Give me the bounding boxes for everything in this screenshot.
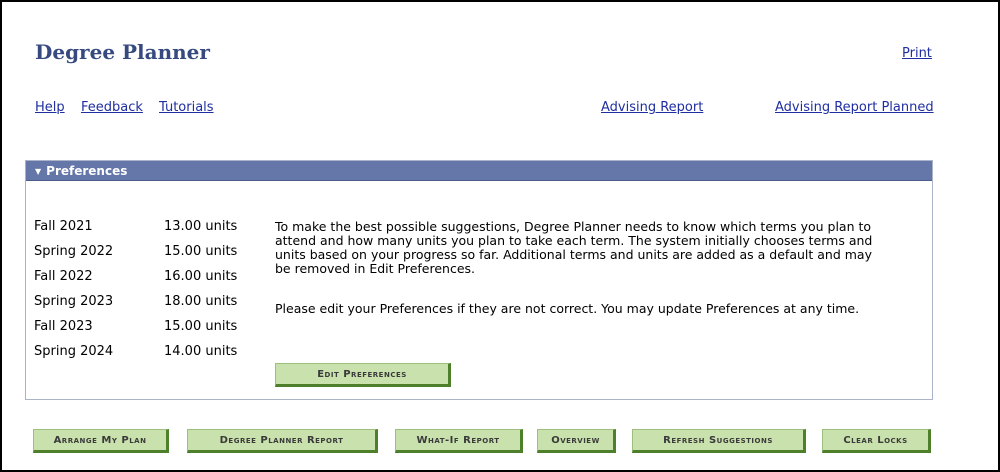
term-units: 15.00 units (164, 244, 238, 259)
preferences-info-line: units based on your progress so far. Add… (275, 247, 872, 262)
preferences-header-label: Preferences (46, 164, 128, 178)
advising-report-link[interactable]: Advising Report (601, 100, 703, 115)
collapse-triangle-icon[interactable]: ▼ (35, 167, 41, 176)
help-link[interactable]: Help (35, 100, 65, 115)
preferences-info-line: be removed in Edit Preferences. (275, 261, 476, 276)
clear-locks-button[interactable]: Clear Locks (822, 429, 931, 453)
tutorials-link[interactable]: Tutorials (159, 100, 214, 115)
refresh-suggestions-button[interactable]: Refresh Suggestions (632, 429, 806, 453)
overview-button[interactable]: Overview (537, 429, 616, 453)
degree-planner-report-button[interactable]: Degree Planner Report (187, 429, 378, 453)
page-title: Degree Planner (35, 40, 210, 64)
preferences-info-line: attend and how many units you plan to ta… (275, 233, 873, 248)
print-link[interactable]: Print (902, 46, 932, 61)
preferences-panel: ▼ Preferences Fall 2021 13.00 units Sprin… (25, 160, 933, 400)
term-label: Spring 2022 (34, 244, 114, 259)
advising-report-planned-link[interactable]: Advising Report Planned (775, 100, 934, 115)
feedback-link[interactable]: Feedback (81, 100, 143, 115)
what-if-report-button[interactable]: What-If Report (395, 429, 523, 453)
arrange-my-plan-button[interactable]: Arrange My Plan (33, 429, 169, 453)
term-units: 13.00 units (164, 219, 238, 234)
preferences-note-text: Please edit your Preferences if they are… (275, 301, 860, 316)
preferences-info-text: To make the best possible suggestions, D… (275, 220, 920, 276)
term-units: 14.00 units (164, 344, 238, 359)
edit-preferences-button[interactable]: Edit Preferences (275, 363, 451, 387)
preferences-panel-header[interactable]: ▼ Preferences (26, 161, 932, 181)
term-units: 18.00 units (164, 294, 238, 309)
term-label: Fall 2022 (34, 269, 93, 284)
term-label: Spring 2023 (34, 294, 114, 309)
term-label: Fall 2023 (34, 319, 93, 334)
term-label: Spring 2024 (34, 344, 114, 359)
term-label: Fall 2021 (34, 219, 93, 234)
term-units: 15.00 units (164, 319, 238, 334)
term-units: 16.00 units (164, 269, 238, 284)
preferences-info-line: To make the best possible suggestions, D… (275, 219, 872, 234)
